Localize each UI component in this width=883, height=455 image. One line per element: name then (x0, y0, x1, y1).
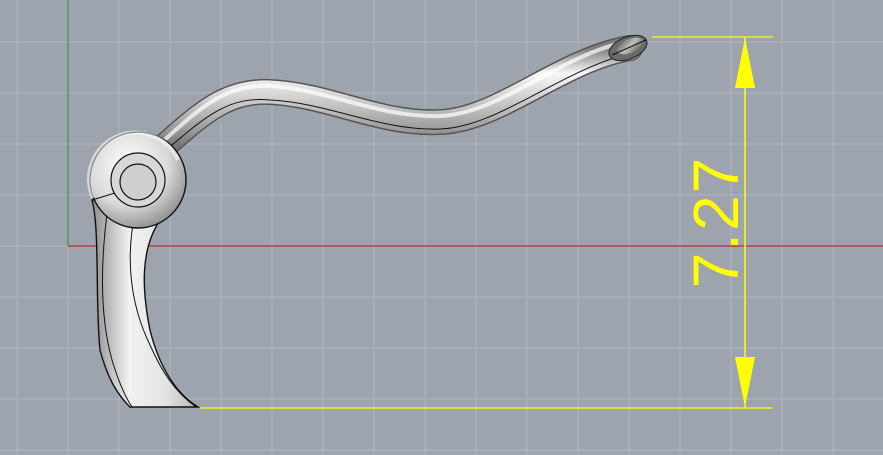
cam-body[interactable] (91, 197, 201, 408)
rhino-viewport[interactable]: 7.27 (0, 0, 883, 455)
model-scene: 7.27 (67, 0, 883, 409)
dimension-value: 7.27 (680, 156, 752, 289)
pivot-hole (119, 163, 157, 201)
lever-rod[interactable] (147, 35, 643, 163)
pivot-eye[interactable] (87, 130, 187, 229)
dimension-arrow-top (735, 38, 755, 88)
dimension-arrow-bottom (735, 357, 755, 407)
